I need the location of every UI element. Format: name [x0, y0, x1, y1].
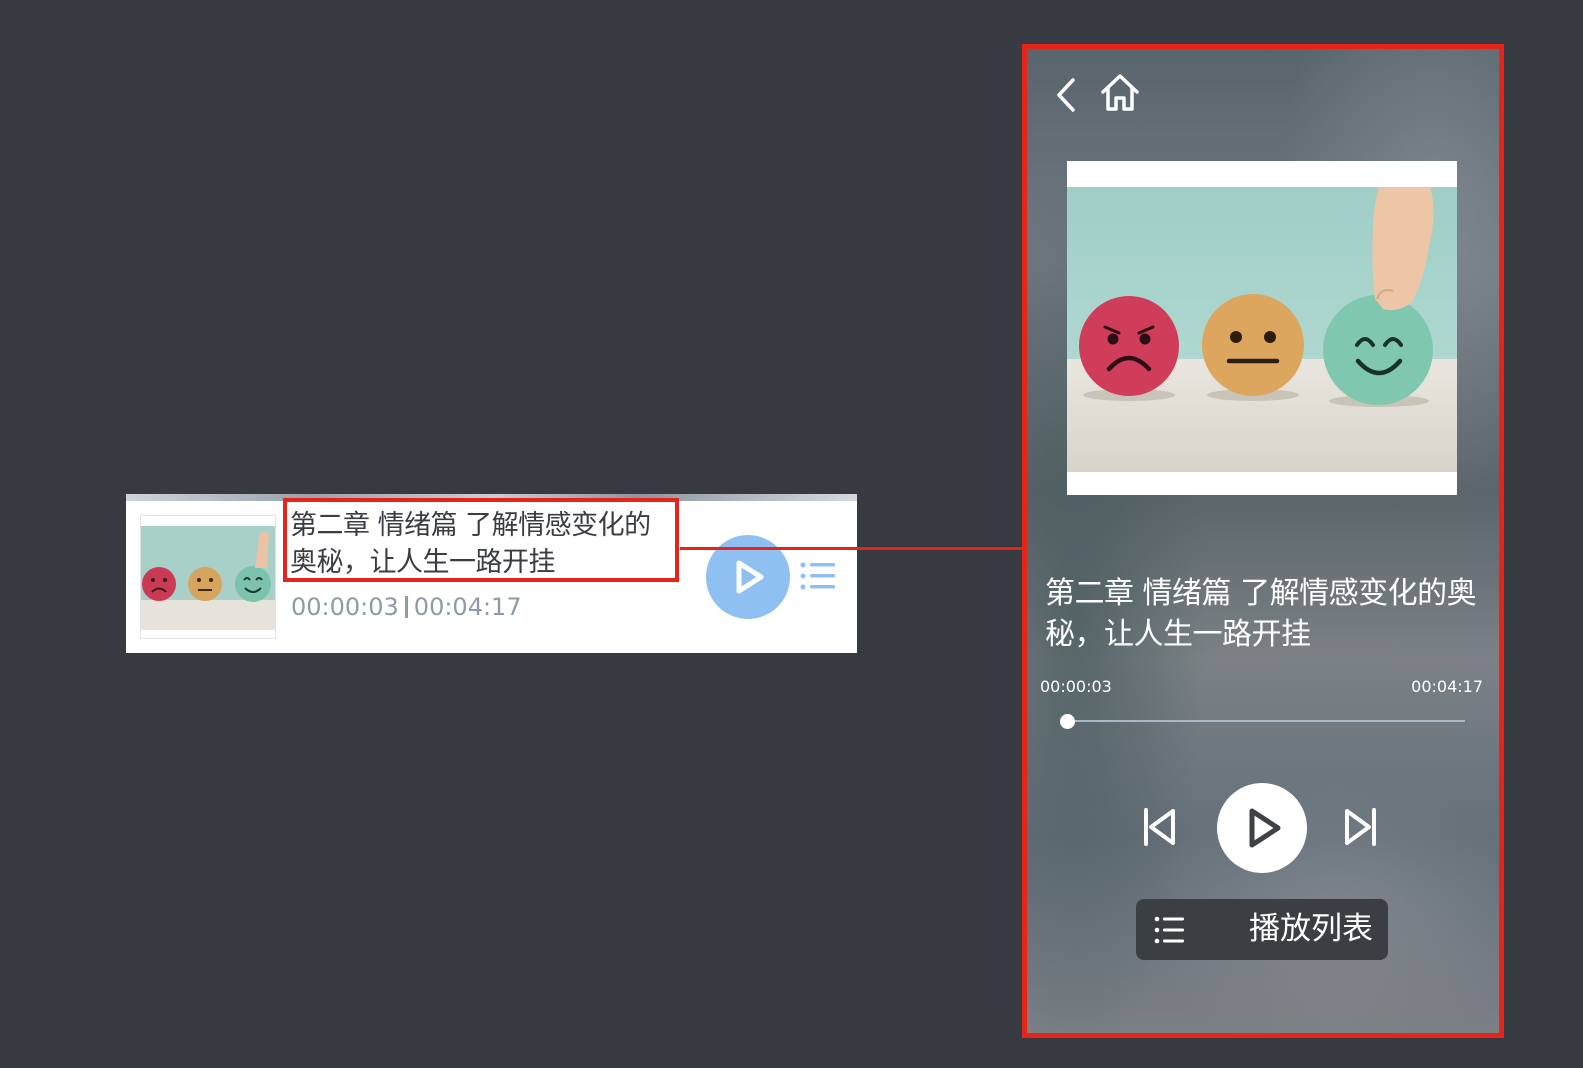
list-icon	[800, 562, 835, 590]
full-player-highlight-frame	[1022, 44, 1504, 1038]
time-separator	[404, 596, 408, 618]
mini-cover-thumbnail	[140, 515, 276, 639]
mini-time-display: 00:00:03 00:04:17	[291, 593, 522, 621]
mini-playlist-button[interactable]	[800, 559, 836, 595]
mini-current-time: 00:00:03	[291, 593, 399, 621]
mini-total-time: 00:04:17	[413, 593, 522, 621]
title-highlight-box	[283, 498, 679, 582]
annotation-arrow-line	[680, 547, 1042, 550]
mini-player[interactable]: 第二章 情绪篇 了解情感变化的奥秘，让人生一路开挂 00:00:03 00:04…	[126, 498, 857, 653]
play-icon	[736, 560, 764, 594]
